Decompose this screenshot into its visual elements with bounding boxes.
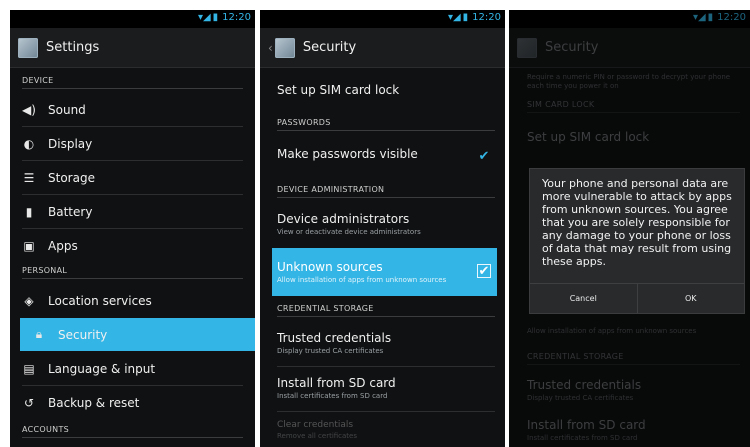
divider [277, 411, 495, 412]
install-from-sd-subtitle: Install certificates from SD card [277, 391, 388, 400]
device-administrators-title: Device administrators [277, 211, 410, 226]
cancel-button[interactable]: Cancel [530, 284, 637, 313]
install-from-sd-item[interactable]: Install from SD card Install certificate… [277, 368, 495, 408]
section-header-passwords: PASSWORDS [277, 118, 495, 131]
wifi-signal-icon: ▾◢ [197, 12, 211, 23]
sim-card-lock-label: Set up SIM card lock [277, 83, 400, 97]
apps-icon: ▣ [23, 238, 35, 253]
section-header-personal: PERSONAL [22, 266, 243, 279]
sidebar-item-sound[interactable]: ◀) Sound [22, 93, 243, 126]
clear-credentials-item[interactable]: Clear credentials Remove all certificate… [277, 414, 495, 446]
sidebar-item-battery[interactable]: ▮ Battery [22, 195, 243, 228]
back-caret-icon[interactable]: ‹ [268, 41, 273, 55]
speaker-icon: ◀) [22, 102, 36, 117]
unknown-sources-dialog: Your phone and personal data are more vu… [529, 168, 745, 314]
section-header-accounts: ACCOUNTS [22, 425, 243, 438]
unknown-sources-item[interactable]: Unknown sources Allow installation of ap… [277, 248, 455, 296]
lock-icon: 🔒︎ [35, 327, 43, 341]
storage-icon: ☰ [23, 170, 35, 185]
backup-icon: ↺ [23, 395, 35, 410]
sidebar-item-display[interactable]: ◐ Display [22, 127, 243, 160]
keyboard-icon: ▤ [23, 361, 35, 376]
brightness-icon: ◐ [23, 136, 35, 151]
section-header-device: DEVICE [22, 76, 243, 89]
status-bar: ▾◢ ▮ 12:20 [10, 10, 255, 28]
sidebar-item-apps[interactable]: ▣ Apps [22, 229, 243, 262]
list-item-label: Display [48, 136, 93, 151]
page-title: Settings [46, 40, 100, 55]
list-item-label: Battery [48, 204, 93, 219]
action-bar: Settings [10, 28, 255, 68]
dialog-button-bar: Cancel OK [530, 283, 744, 313]
device-administrators-subtitle: View or deactivate device administrators [277, 227, 421, 236]
action-bar[interactable]: ‹ Security [260, 28, 505, 68]
sidebar-item-language[interactable]: ▤ Language & input [22, 352, 243, 385]
sidebar-item-backup[interactable]: ↺ Backup & reset [22, 386, 243, 419]
make-passwords-visible-item[interactable]: Make passwords visible [277, 136, 495, 172]
unknown-sources-dialog-screen: ▾◢ ▮ 12:20 Security Require a numeric PI… [509, 10, 750, 447]
ok-button[interactable]: OK [636, 284, 745, 313]
clear-credentials-subtitle: Remove all certificates [277, 432, 358, 440]
location-icon: ◈ [24, 293, 34, 308]
section-header-device-admin: DEVICE ADMINISTRATION [277, 185, 495, 198]
make-passwords-visible-label: Make passwords visible [277, 147, 418, 161]
make-passwords-visible-checkbox[interactable]: ✔ [477, 150, 491, 164]
sidebar-item-storage[interactable]: ☰ Storage [22, 161, 243, 194]
trusted-credentials-item[interactable]: Trusted credentials Display trusted CA c… [277, 323, 495, 363]
status-time: 12:20 [472, 12, 501, 23]
trusted-credentials-title: Trusted credentials [277, 330, 392, 345]
clear-credentials-title: Clear credentials [277, 420, 354, 430]
status-time: 12:20 [222, 12, 251, 23]
sidebar-item-location[interactable]: ◈ Location services [22, 284, 243, 317]
status-bar: ▾◢ ▮ 12:20 [260, 10, 505, 28]
list-item-label: Security [58, 327, 108, 342]
section-header-credential-storage: CREDENTIAL STORAGE [277, 304, 495, 317]
sidebar-item-security[interactable]: 🔒︎ Security [20, 318, 255, 351]
device-administrators-item[interactable]: Device administrators View or deactivate… [277, 204, 495, 244]
unknown-sources-title: Unknown sources [277, 259, 383, 274]
install-from-sd-title: Install from SD card [277, 375, 396, 390]
wifi-signal-icon: ▾◢ [447, 12, 461, 23]
security-screen: ▾◢ ▮ 12:20 ‹ Security Set up SIM card lo… [260, 10, 505, 447]
dialog-message: Your phone and personal data are more vu… [542, 177, 732, 268]
settings-screen: ▾◢ ▮ 12:20 Settings DEVICE ◀) Sound ◐ Di… [10, 10, 255, 447]
list-item-label: Sound [48, 102, 86, 117]
divider [277, 366, 495, 367]
battery-icon: ▮ [212, 12, 219, 23]
page-title: Security [302, 40, 357, 55]
list-item-label: Apps [48, 238, 78, 253]
sim-card-lock-item[interactable]: Set up SIM card lock [277, 74, 495, 106]
list-item-label: Storage [48, 170, 95, 185]
settings-app-icon [274, 37, 295, 58]
list-item-label: Backup & reset [48, 395, 140, 410]
list-item-label: Location services [48, 293, 152, 308]
unknown-sources-subtitle: Allow installation of apps from unknown … [277, 275, 447, 284]
settings-app-icon [18, 37, 38, 58]
list-item-label: Language & input [48, 361, 156, 376]
battery-icon: ▮ [462, 12, 469, 23]
battery-icon: ▮ [25, 204, 33, 219]
trusted-credentials-subtitle: Display trusted CA certificates [277, 346, 384, 355]
unknown-sources-checkbox[interactable]: ✔ [477, 264, 491, 279]
